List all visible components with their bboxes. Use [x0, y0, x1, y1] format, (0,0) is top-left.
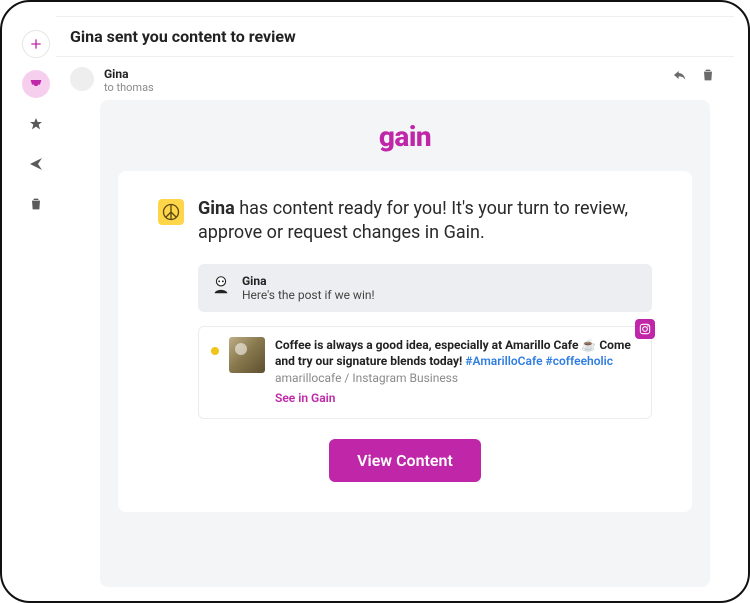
post-thumbnail [229, 337, 265, 373]
sidebar [16, 16, 56, 587]
email-subject: Gina sent you content to review [70, 27, 720, 46]
cta-row: View Content [158, 439, 652, 482]
recipient-line: to thomas [104, 81, 672, 94]
view-content-button[interactable]: View Content [329, 439, 481, 482]
note-body: Gina Here's the post if we win! [242, 274, 375, 302]
post-text-block: Coffee is always a good idea, especially… [275, 337, 639, 406]
message-header: Gina to thomas [56, 57, 734, 100]
see-in-gain-link[interactable]: See in Gain [275, 391, 335, 405]
note-avatar [210, 274, 232, 296]
note-text: Here's the post if we win! [242, 288, 375, 302]
brand-logo: gain [118, 120, 692, 153]
intro-row: Gina has content ready for you! It's you… [158, 197, 652, 246]
trash-icon [28, 196, 44, 212]
sent-button[interactable] [22, 150, 50, 178]
instagram-icon [638, 322, 652, 336]
post-meta: amarillocafe / Instagram Business [275, 371, 639, 385]
user-note: Gina Here's the post if we win! [198, 264, 652, 312]
app-window: Gina sent you content to review Gina to … [0, 0, 750, 603]
app: Gina sent you content to review Gina to … [16, 16, 734, 587]
star-icon [28, 116, 44, 132]
post-caption: Coffee is always a good idea, especially… [275, 337, 639, 369]
content-card: Gina has content ready for you! It's you… [118, 171, 692, 512]
header-actions [672, 67, 716, 83]
send-icon [28, 156, 44, 172]
post-hashtags: #AmarilloCafe #coffeeholic [465, 354, 613, 368]
note-name: Gina [242, 274, 375, 288]
compose-button[interactable] [22, 30, 50, 58]
reply-icon [672, 67, 688, 83]
peace-icon [158, 199, 184, 225]
inbox-icon [28, 76, 44, 92]
sender-block: Gina to thomas [104, 67, 672, 94]
inbox-button[interactable] [22, 70, 50, 98]
sender-name: Gina [104, 67, 672, 81]
reply-button[interactable] [672, 67, 688, 83]
post-preview: Coffee is always a good idea, especially… [198, 326, 652, 419]
plus-icon [28, 36, 44, 52]
trash-icon [700, 67, 716, 83]
status-dot [211, 347, 219, 355]
subject-bar: Gina sent you content to review [56, 16, 734, 57]
brand-word: gain [379, 120, 431, 153]
intro-rest: has content ready for you! It's your tur… [198, 198, 628, 243]
email-body: gain Gina has content ready for you! It'… [100, 100, 710, 587]
starred-button[interactable] [22, 110, 50, 138]
intro-text: Gina has content ready for you! It's you… [198, 197, 652, 246]
intro-bold: Gina [198, 198, 235, 219]
trash-button[interactable] [22, 190, 50, 218]
sender-avatar [70, 67, 94, 91]
delete-button[interactable] [700, 67, 716, 83]
instagram-badge [635, 319, 655, 339]
main-column: Gina sent you content to review Gina to … [56, 16, 734, 587]
